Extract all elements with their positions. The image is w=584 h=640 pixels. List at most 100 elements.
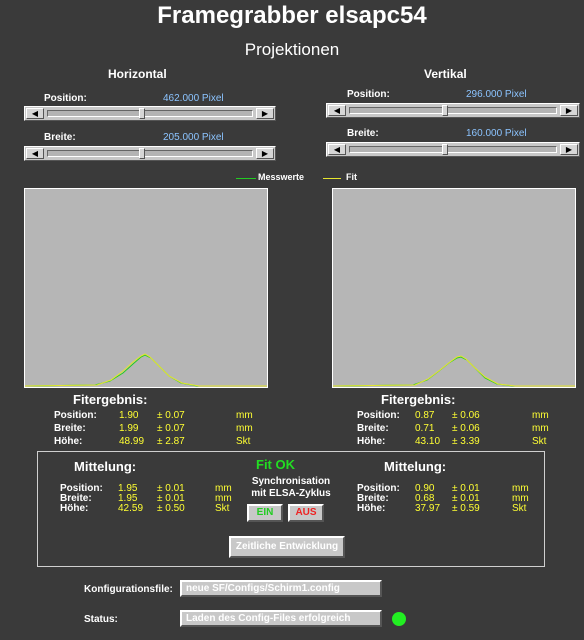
scroll-trough[interactable] [349, 105, 557, 116]
row-error: ± 0.07 [157, 410, 185, 421]
row-error: ± 3.39 [452, 436, 480, 447]
scroll-thumb[interactable] [442, 144, 448, 155]
vertical-width-value: 160.000 Pixel [466, 128, 527, 139]
row-value: 43.10 [415, 436, 441, 447]
row-error: ± 0.50 [157, 503, 185, 514]
fit-results-right-table: Position: 0.87 ± 0.06 mm Breite: 0.71 ± … [357, 410, 577, 449]
fit-status: Fit OK [256, 457, 295, 472]
table-row: Breite: 0.71 ± 0.06 mm [357, 423, 577, 436]
table-row: Position: 0.87 ± 0.06 mm [357, 410, 577, 423]
averaging-right-heading: Mittelung: [384, 459, 447, 474]
vertical-projection-svg [332, 355, 575, 387]
horizontal-width-scrollbar[interactable]: ◀ ▶ [24, 146, 276, 161]
scroll-thumb[interactable] [442, 105, 448, 116]
row-error: ± 0.06 [452, 410, 480, 421]
table-row: Breite: 0.68 ± 0.01 mm [357, 493, 537, 504]
row-label: Höhe: [60, 503, 89, 514]
row-unit: mm [532, 423, 549, 434]
scroll-left-icon[interactable]: ◀ [328, 144, 346, 155]
row-error: ± 0.07 [157, 423, 185, 434]
scroll-right-icon[interactable]: ▶ [560, 105, 578, 116]
fit-results-left-heading: Fitergebnis: [73, 392, 148, 407]
row-unit: mm [236, 410, 253, 421]
scroll-left-icon[interactable]: ◀ [26, 108, 44, 119]
config-file-field[interactable]: neue SF/Configs/Schirm1.config [180, 580, 382, 597]
horizontal-width-label: Breite: [44, 132, 76, 143]
vertical-position-value: 296.000 Pixel [466, 89, 527, 100]
row-label: Höhe: [54, 436, 83, 447]
row-label: Höhe: [357, 503, 386, 514]
row-label: Position: [54, 410, 97, 421]
scroll-trough[interactable] [47, 148, 253, 159]
sync-on-button[interactable]: EIN [247, 504, 283, 522]
table-row: Breite: 1.95 ± 0.01 mm [60, 493, 240, 504]
vertical-width-scrollbar[interactable]: ◀ ▶ [326, 142, 580, 157]
legend-measured-label: Messwerte [258, 172, 305, 182]
status-field: Laden des Config-Files erfolgreich [180, 610, 382, 627]
fit-results-left-table: Position: 1.90 ± 0.07 mm Breite: 1.99 ± … [54, 410, 284, 449]
row-label: Höhe: [357, 436, 386, 447]
vertical-width-label: Breite: [347, 128, 379, 139]
row-error: ± 2.87 [157, 436, 185, 447]
scroll-left-icon[interactable]: ◀ [328, 105, 346, 116]
horizontal-fit-curve [24, 353, 267, 387]
table-row: Höhe: 37.97 ± 0.59 Skt [357, 503, 537, 514]
vertical-fit-curve [332, 355, 575, 387]
vertical-measured-curve [332, 356, 575, 387]
table-row: Position: 1.90 ± 0.07 mm [54, 410, 284, 423]
table-row: Position: 1.95 ± 0.01 mm [60, 483, 240, 494]
vertical-projection-plot [332, 188, 576, 388]
scroll-right-icon[interactable]: ▶ [256, 148, 274, 159]
vertical-position-label: Position: [347, 89, 390, 100]
vertical-position-scrollbar[interactable]: ◀ ▶ [326, 103, 580, 118]
table-row: Höhe: 42.59 ± 0.50 Skt [60, 503, 240, 514]
averaging-left-table: Position: 1.95 ± 0.01 mm Breite: 1.95 ± … [60, 483, 240, 514]
row-value: 48.99 [119, 436, 145, 447]
row-value: 42.59 [118, 503, 144, 514]
sync-label-line2: mit ELSA-Zyklus [251, 488, 331, 499]
page-subtitle: Projektionen [244, 40, 340, 59]
horizontal-width-value: 205.000 Pixel [163, 132, 224, 143]
scroll-right-icon[interactable]: ▶ [560, 144, 578, 155]
row-unit: Skt [512, 503, 527, 514]
scroll-thumb[interactable] [139, 108, 145, 119]
scroll-trough[interactable] [349, 144, 557, 155]
table-row: Breite: 1.99 ± 0.07 mm [54, 423, 284, 436]
row-unit: Skt [532, 436, 547, 447]
horizontal-projection-plot [24, 188, 268, 388]
status-led-icon [392, 612, 406, 626]
scroll-trough[interactable] [47, 108, 253, 119]
vertical-heading: Vertikal [424, 67, 467, 81]
table-row: Höhe: 48.99 ± 2.87 Skt [54, 436, 284, 449]
horizontal-position-value: 462.000 Pixel [163, 93, 224, 104]
row-value: 0.71 [415, 423, 435, 434]
averaging-right-table: Position: 0.90 ± 0.01 mm Breite: 0.68 ± … [357, 483, 537, 514]
row-value: 0.87 [415, 410, 435, 421]
history-button[interactable]: Zeitliche Entwicklung [229, 536, 345, 558]
table-row: Höhe: 43.10 ± 3.39 Skt [357, 436, 577, 449]
row-error: ± 0.59 [452, 503, 480, 514]
row-label: Position: [357, 410, 400, 421]
horizontal-heading: Horizontal [108, 67, 167, 81]
scroll-right-icon[interactable]: ▶ [256, 108, 274, 119]
scroll-left-icon[interactable]: ◀ [26, 148, 44, 159]
row-label: Breite: [357, 423, 389, 434]
sync-off-button[interactable]: AUS [288, 504, 324, 522]
row-value: 37.97 [415, 503, 441, 514]
config-file-label: Konfigurationsfile: [84, 584, 173, 595]
row-unit: mm [532, 410, 549, 421]
scroll-thumb[interactable] [139, 148, 145, 159]
horizontal-measured-curve [24, 354, 267, 387]
row-value: 1.99 [119, 423, 139, 434]
row-unit: Skt [236, 436, 251, 447]
legend-fit-label: Fit [346, 172, 357, 182]
window-title: Framegrabber elsapc54 [157, 2, 427, 29]
row-unit: mm [236, 423, 253, 434]
row-label: Breite: [54, 423, 86, 434]
horizontal-position-scrollbar[interactable]: ◀ ▶ [24, 106, 276, 121]
horizontal-projection-svg [24, 353, 267, 387]
row-value: 1.90 [119, 410, 139, 421]
legend-fit-swatch [323, 178, 341, 179]
status-label: Status: [84, 614, 118, 625]
table-row: Position: 0.90 ± 0.01 mm [357, 483, 537, 494]
